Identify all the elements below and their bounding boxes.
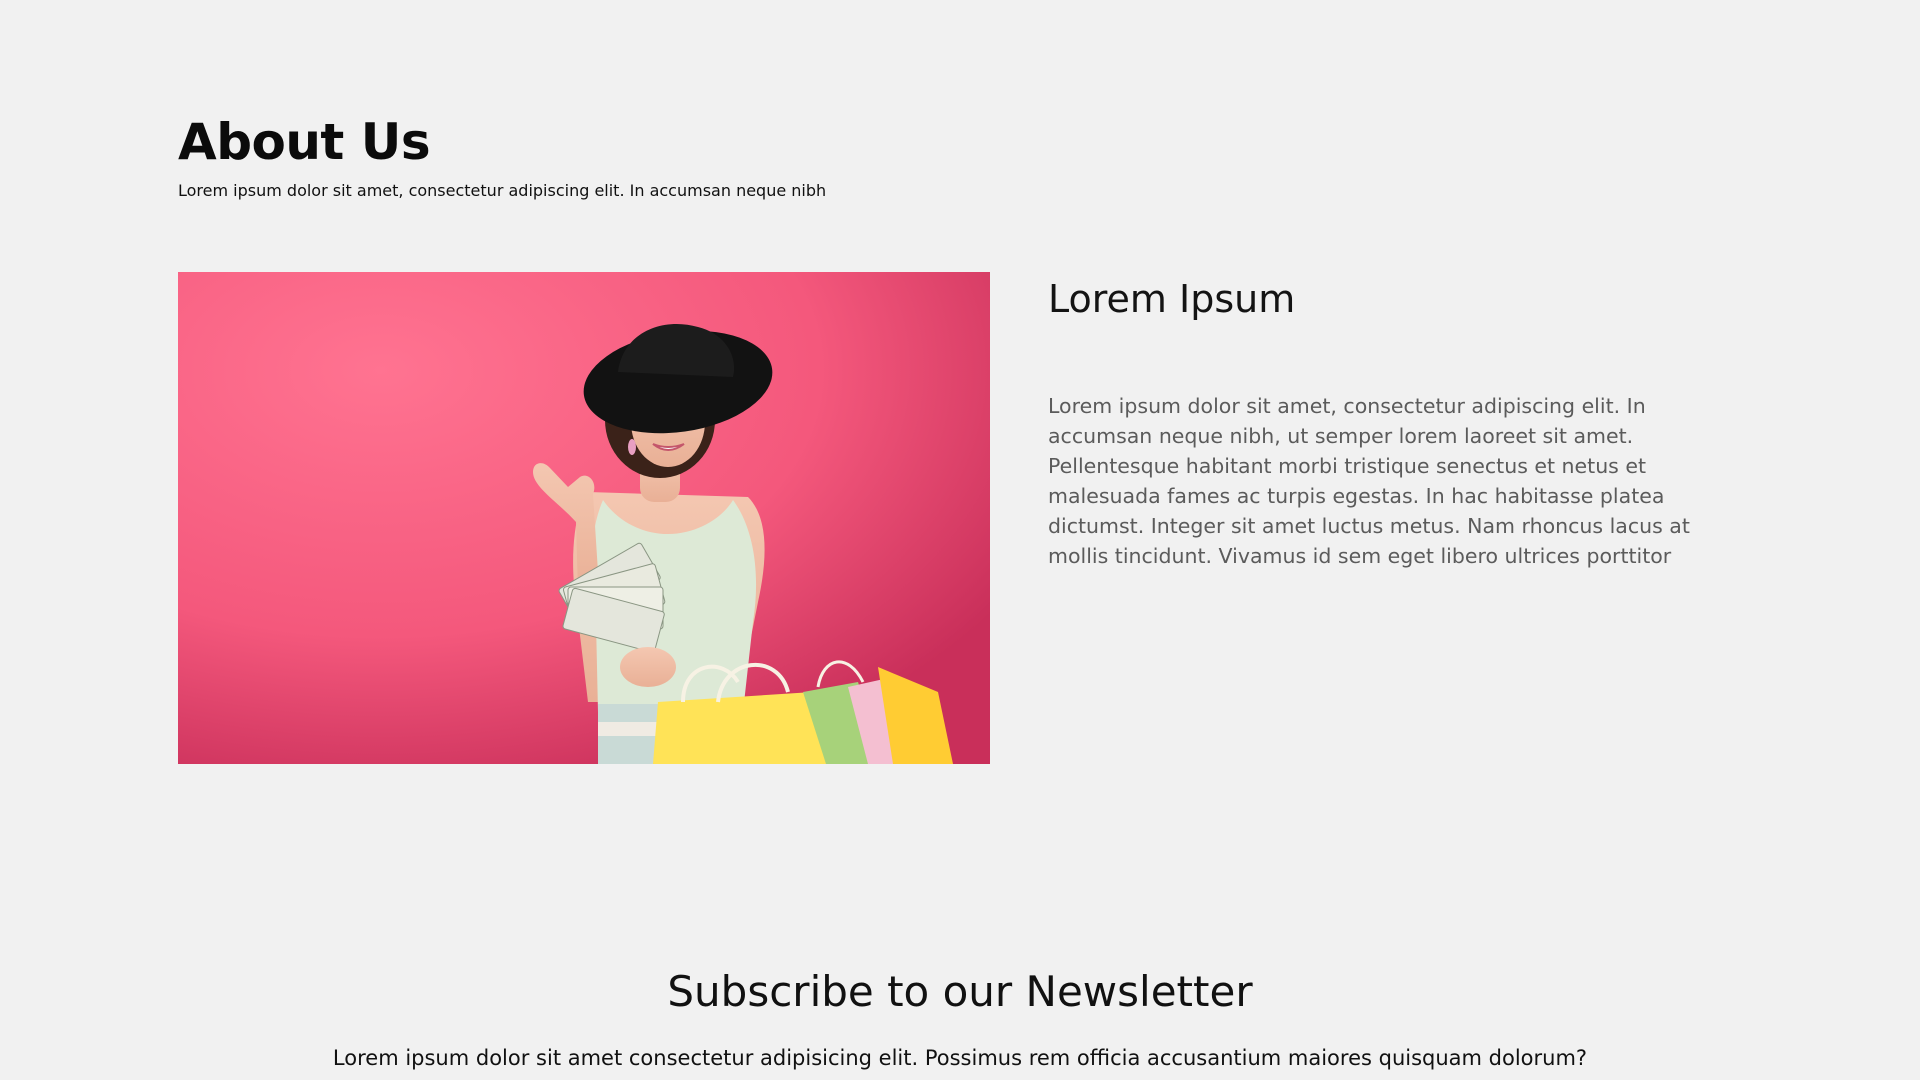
hero-image [178,272,990,764]
newsletter-title: Subscribe to our Newsletter [667,967,1253,1016]
page-subtitle: Lorem ipsum dolor sit amet, consectetur … [178,181,827,200]
page: About Us Lorem ipsum dolor sit amet, con… [0,0,1920,1080]
content-body: Lorem ipsum dolor sit amet, consectetur … [1048,394,1690,568]
page-title: About Us [178,113,431,171]
shopping-woman-photo-icon [178,272,990,764]
content-heading: Lorem Ipsum [1048,277,1296,321]
newsletter-text: Lorem ipsum dolor sit amet consectetur a… [332,1046,1588,1070]
